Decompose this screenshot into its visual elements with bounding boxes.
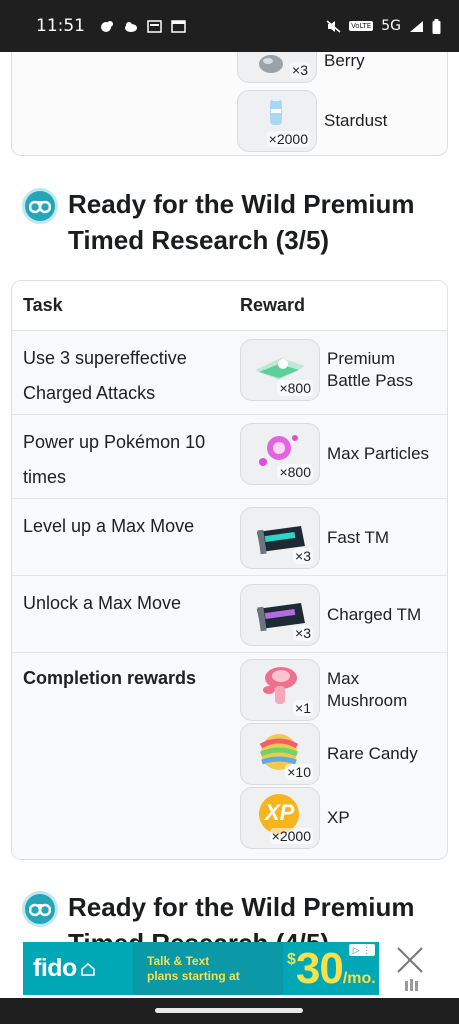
reward-name: Max Particles — [327, 444, 430, 463]
mute-icon — [326, 19, 341, 33]
table-row: Level up a Max Move ×3 Fast TM — [12, 499, 447, 576]
research-badge-icon — [22, 891, 58, 927]
reward-thumbnail: ×800 — [240, 339, 320, 401]
reward-qty: ×3 — [293, 548, 313, 564]
reward-name: Rare Candy — [327, 744, 418, 763]
ad-brand-text: fido — [33, 954, 77, 982]
adchoices-icon[interactable]: ▷ ⋮ — [349, 944, 375, 956]
ad-amount: 30 — [295, 943, 344, 993]
task-text: Unlock a Max Move — [23, 593, 182, 613]
reward-thumbnail: ×1 — [240, 659, 320, 721]
reward-thumbnail: ×10 — [240, 723, 320, 785]
section-heading: Ready for the Wild Premium Timed Researc… — [22, 186, 438, 258]
reward-name: Charged TM — [327, 605, 422, 624]
reward-name: XP — [327, 808, 350, 827]
ad-banner[interactable]: fido Talk & Text plans starting at $ 30 … — [23, 942, 379, 995]
reward-cell: ×10 Rare Candy — [240, 723, 437, 785]
reward-name: Max Mushroom — [327, 669, 408, 710]
network-label: 5G — [381, 18, 401, 34]
section-title: Ready for the Wild Premium Timed Researc… — [68, 189, 415, 255]
reward-cell: ×3 Charged TM — [240, 584, 437, 646]
table-row: Unlock a Max Move ×3 Charged TM — [12, 576, 447, 653]
reward-qty: ×3 — [290, 62, 310, 78]
reward-thumbnail: ×800 — [240, 423, 320, 485]
notification-icons — [99, 19, 186, 33]
status-time: 11:51 — [36, 16, 85, 36]
lte-badge: VoLTE — [349, 21, 374, 31]
reward-thumbnail: ×3 — [240, 584, 320, 646]
navigation-bar — [0, 998, 459, 1024]
signal-icon — [410, 20, 423, 32]
battery-icon — [432, 18, 441, 34]
section-title: Ready for the Wild Premium Timed Researc… — [68, 892, 415, 942]
reward-item: ×3 Berry — [237, 52, 365, 83]
reward-cell: ×800 Max Particles — [240, 423, 437, 485]
task-text: Use 3 supereffective Charged Attacks — [23, 348, 187, 403]
ad-line1: Talk & Text — [147, 953, 210, 968]
reward-thumbnail: ×3 — [240, 507, 320, 569]
completion-label: Completion rewards — [23, 668, 197, 688]
previous-rewards-card: ×3 Berry ×2000 Stardust — [11, 52, 448, 156]
reward-name: Premium Battle Pass — [327, 349, 413, 390]
section-heading: Ready for the Wild Premium Timed Researc… — [22, 889, 438, 942]
reward-name: Berry — [324, 52, 365, 70]
reward-thumbnail: ×2000 — [237, 90, 317, 152]
task-text: Power up Pokémon 10 times — [23, 432, 206, 487]
reward-qty: ×3 — [293, 625, 313, 641]
home-icon — [81, 962, 95, 976]
reward-name: Fast TM — [327, 528, 390, 547]
column-header-task: Task — [23, 295, 63, 315]
reward-item: ×2000 Stardust — [237, 90, 387, 152]
reward-qty: ×2000 — [269, 828, 313, 844]
table-row: Power up Pokémon 10 times ×800 Max Parti… — [12, 415, 447, 499]
table-row: Use 3 supereffective Charged Attacks ×80… — [12, 331, 447, 415]
reward-thumbnail: ×3 — [237, 52, 317, 83]
reward-qty: ×800 — [277, 464, 313, 480]
reward-cell: ×3 Fast TM — [240, 507, 437, 569]
page-content[interactable]: ×3 Berry ×2000 Stardust Ready for the Wi… — [0, 52, 459, 942]
system-indicators: VoLTE 5G — [326, 18, 441, 34]
reward-thumbnail: XP ×2000 — [240, 787, 320, 849]
reward-qty: ×1 — [293, 700, 313, 716]
reward-qty: ×800 — [277, 380, 313, 396]
ad-per: /mo. — [342, 969, 376, 987]
cloud-icon — [125, 21, 137, 32]
weather-icon — [101, 20, 113, 32]
reward-cell: ×1 Max Mushroom — [240, 659, 437, 721]
research-table: Task Reward Use 3 supereffective Charged… — [11, 280, 448, 860]
column-header-reward: Reward — [240, 295, 306, 315]
news-icon — [147, 19, 162, 33]
reward-qty: ×10 — [285, 764, 313, 780]
completion-row: Completion rewards ×1 Max Mushroom ×10 R… — [12, 653, 447, 859]
calendar-icon — [171, 19, 186, 33]
reward-cell: ×800 Premium Battle Pass — [240, 339, 437, 401]
ad-dollar: $ — [287, 950, 296, 968]
reward-cell: XP ×2000 XP — [240, 787, 437, 849]
task-text: Level up a Max Move — [23, 516, 195, 536]
xp-icon-label: XP — [265, 800, 295, 825]
reward-name: Stardust — [324, 111, 388, 130]
research-badge-icon — [22, 188, 58, 224]
ad-line2: plans starting at — [147, 968, 240, 983]
close-icon[interactable] — [395, 945, 425, 975]
status-bar: 11:51 VoLTE 5G — [0, 0, 459, 52]
ad-promo-text: Talk & Text plans starting at — [133, 942, 283, 995]
ad-area: fido Talk & Text plans starting at $ 30 … — [0, 942, 459, 998]
ad-provider-icon — [405, 979, 418, 991]
ad-brand: fido — [23, 942, 133, 995]
reward-qty: ×2000 — [266, 131, 310, 147]
home-gesture-handle[interactable] — [155, 1008, 303, 1013]
table-header: Task Reward — [12, 281, 447, 331]
